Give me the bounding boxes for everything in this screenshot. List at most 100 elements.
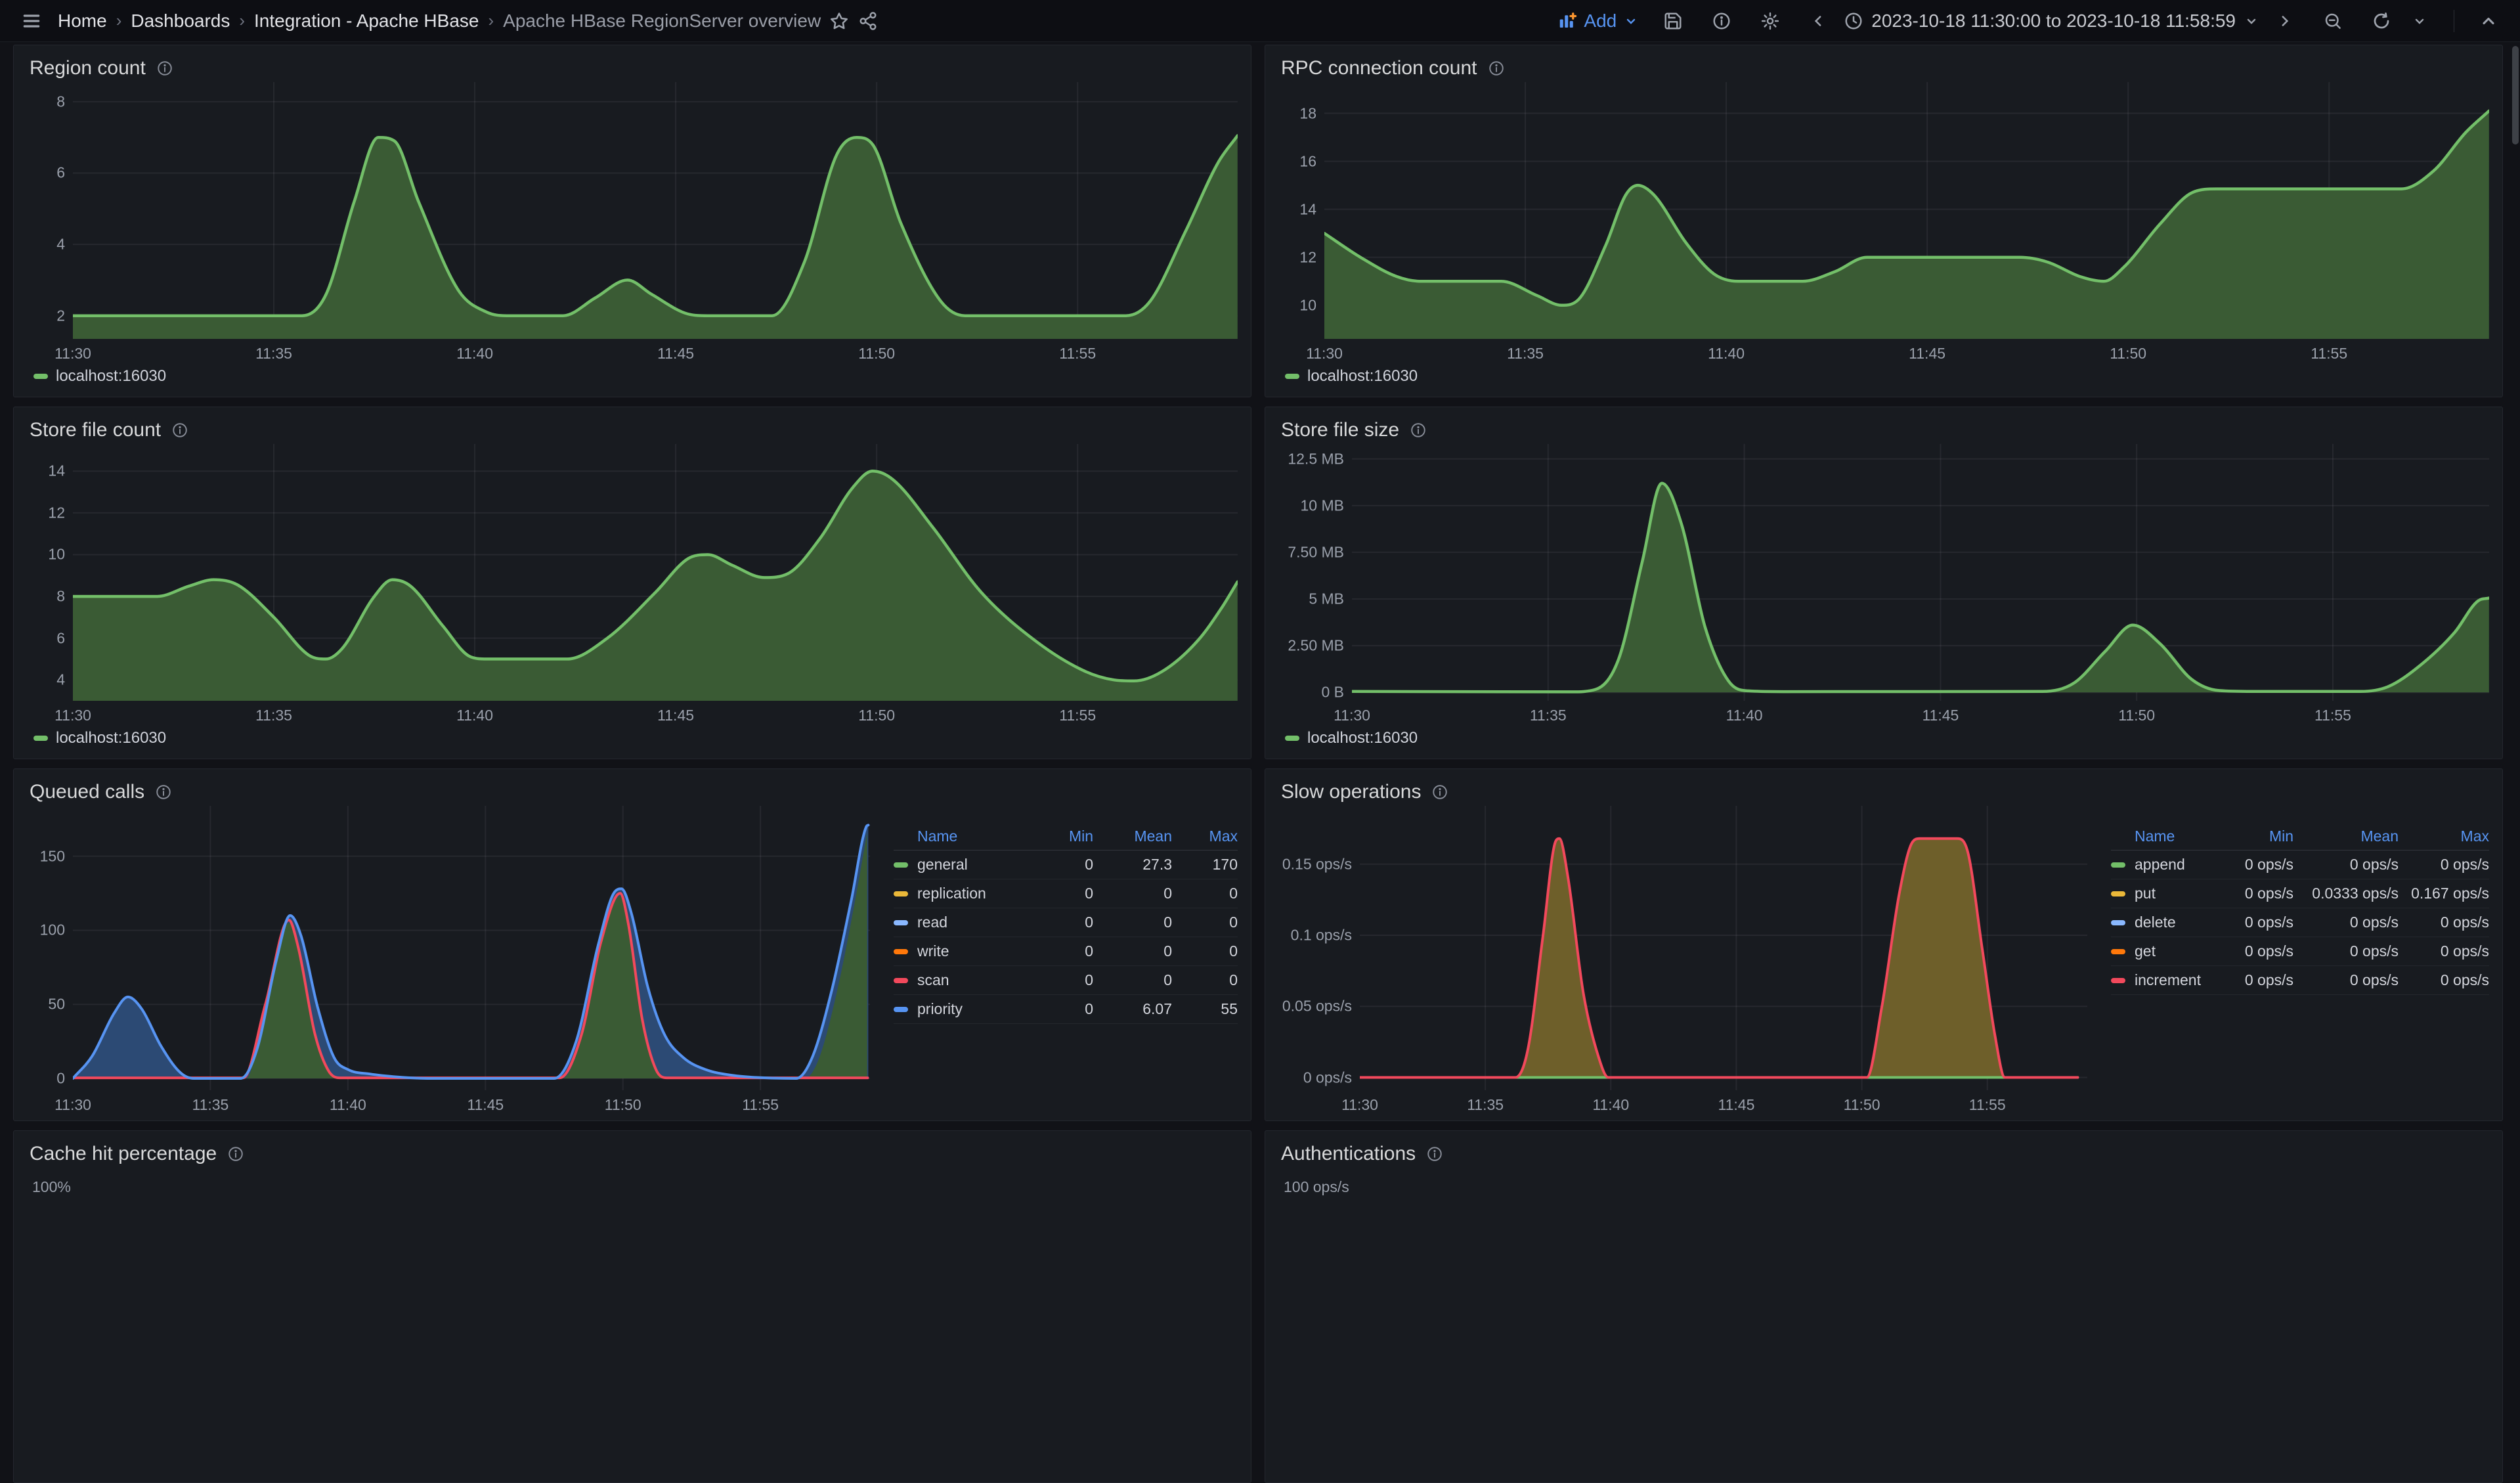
store-file-size-chart[interactable] — [1352, 444, 2489, 701]
y-axis-tick-label: 14 — [48, 462, 65, 480]
legend-series-label[interactable]: get — [2111, 942, 2216, 960]
x-axis-tick-label: 11:45 — [1718, 1096, 1755, 1114]
legend-series-label[interactable]: localhost:16030 — [56, 729, 166, 747]
y-axis-tick-label: 4 — [56, 671, 65, 689]
breadcrumb-dashboards[interactable]: Dashboards — [131, 11, 230, 32]
time-zoom-out-icon[interactable] — [2318, 7, 2347, 35]
info-icon[interactable] — [1431, 784, 1448, 801]
save-dashboard-icon[interactable] — [1659, 7, 1687, 35]
store-file-count-chart[interactable] — [73, 444, 1238, 701]
legend-series-label[interactable]: read — [894, 914, 1034, 931]
panel-title[interactable]: Queued calls — [30, 781, 144, 803]
y-axis-tick-label: 4 — [56, 236, 65, 254]
info-icon[interactable] — [171, 422, 188, 439]
legend-series-label[interactable]: write — [894, 942, 1034, 960]
legend-stat-value: 0 — [1034, 856, 1093, 874]
legend-series-label[interactable]: general — [894, 856, 1034, 874]
x-axis-tick-label: 11:35 — [255, 707, 292, 724]
info-icon[interactable] — [227, 1145, 244, 1162]
panel-title[interactable]: Store file count — [30, 419, 161, 441]
info-icon[interactable] — [155, 784, 172, 801]
add-button-label: Add — [1584, 11, 1617, 32]
series-area-localhost:16030 — [1324, 111, 2489, 339]
legend-table-header-mean[interactable]: Mean — [2293, 828, 2399, 845]
legend-series-label[interactable]: increment — [2111, 971, 2216, 989]
x-axis-tick-label: 11:50 — [1844, 1096, 1880, 1114]
legend-series-label[interactable]: delete — [2111, 914, 2216, 931]
queued-calls-chart[interactable] — [73, 806, 870, 1090]
add-panel-icon — [1557, 11, 1577, 31]
breadcrumb-home[interactable]: Home — [58, 11, 107, 32]
panel-authentications: Authentications 100 ops/s — [1265, 1130, 2503, 1483]
add-panel-button[interactable]: Add — [1557, 11, 1639, 32]
legend-series-label[interactable]: localhost:16030 — [1307, 367, 1418, 386]
panel-header: Store file size — [1278, 416, 2489, 444]
legend-series-label[interactable]: replication — [894, 885, 1034, 902]
slow-operations-chart[interactable] — [1360, 806, 2087, 1090]
legend-table-header-max[interactable]: Max — [2399, 828, 2489, 845]
x-axis-tick-label: 11:30 — [1334, 707, 1370, 724]
y-axis-tick-label: 8 — [56, 93, 65, 110]
panel-title[interactable]: RPC connection count — [1281, 57, 1477, 79]
legend-series-label[interactable]: localhost:16030 — [1307, 729, 1418, 747]
scrollbar-thumb[interactable] — [2512, 46, 2519, 144]
panel-header: Slow operations — [1278, 778, 2489, 806]
time-range-forward-icon[interactable] — [2270, 7, 2299, 35]
legend-table-header-max[interactable]: Max — [1172, 828, 1238, 845]
info-icon[interactable] — [1488, 60, 1505, 77]
info-icon[interactable] — [156, 60, 173, 77]
info-icon[interactable] — [1426, 1145, 1443, 1162]
legend-table-header-min[interactable]: Min — [2216, 828, 2293, 845]
legend-series-label[interactable]: localhost:16030 — [56, 367, 166, 386]
y-axis-tick-label: 2 — [56, 307, 65, 324]
legend-stat-value: 0 ops/s — [2399, 914, 2489, 931]
panel-title[interactable]: Authentications — [1281, 1143, 1416, 1165]
legend-series-label[interactable]: scan — [894, 971, 1034, 989]
rpc-connection-count-chart[interactable] — [1324, 82, 2489, 339]
panel-cache-hit-percentage: Cache hit percentage 100% — [13, 1130, 1251, 1483]
legend-swatch — [2111, 949, 2125, 954]
time-range-text: 2023-10-18 11:30:00 to 2023-10-18 11:58:… — [1871, 11, 2236, 32]
legend-table-header-min[interactable]: Min — [1034, 828, 1093, 845]
x-axis-tick-label: 11:50 — [858, 707, 895, 724]
legend-table-header-name[interactable]: Name — [2111, 828, 2216, 845]
time-range-picker[interactable]: 2023-10-18 11:30:00 to 2023-10-18 11:58:… — [1844, 11, 2259, 32]
legend-table-header-mean[interactable]: Mean — [1093, 828, 1172, 845]
x-axis-tick-label: 11:35 — [1467, 1096, 1504, 1114]
series-area-localhost:16030 — [1352, 483, 2489, 692]
menu-hamburger-icon[interactable] — [17, 7, 46, 35]
dashboard-panel-grid: Region count 2468 11:3011:3511:4011:4511… — [13, 45, 2503, 1483]
region-count-chart[interactable] — [73, 82, 1238, 339]
panel-title[interactable]: Slow operations — [1281, 781, 1421, 803]
legend-table-row: get0 ops/s0 ops/s0 ops/s — [2111, 937, 2489, 966]
refresh-icon[interactable] — [2367, 7, 2396, 35]
dashboard-settings-gear-icon[interactable] — [1756, 7, 1785, 35]
breadcrumb-separator: › — [116, 11, 122, 31]
collapse-nav-caret-icon[interactable] — [2474, 7, 2503, 35]
page-scrollbar[interactable] — [2512, 42, 2519, 1186]
star-icon[interactable] — [825, 7, 854, 35]
info-icon[interactable] — [1410, 422, 1427, 439]
x-axis-tick-label: 11:50 — [605, 1096, 641, 1114]
legend-series-label[interactable]: priority — [894, 1000, 1034, 1018]
legend-series-label[interactable]: put — [2111, 885, 2216, 902]
y-axis-tick-label: 0 — [56, 1069, 65, 1087]
breadcrumb-separator: › — [239, 11, 245, 31]
time-range-back-icon[interactable] — [1804, 7, 1833, 35]
legend-series-label[interactable]: append — [2111, 856, 2216, 874]
legend-table-header-name[interactable]: Name — [894, 828, 1034, 845]
legend-stat-value: 0 — [1172, 971, 1238, 989]
legend-swatch — [2111, 862, 2125, 868]
legend-stat-value: 0 — [1034, 885, 1093, 902]
panel-title[interactable]: Region count — [30, 57, 146, 79]
legend-table-row: read000 — [894, 908, 1238, 937]
share-icon[interactable] — [854, 7, 882, 35]
breadcrumb-current-dashboard: Apache HBase RegionServer overview — [503, 11, 821, 32]
panel-title[interactable]: Store file size — [1281, 419, 1399, 441]
y-axis-tick-label: 100 — [40, 921, 65, 939]
panel-title[interactable]: Cache hit percentage — [30, 1143, 217, 1165]
breadcrumb-folder[interactable]: Integration - Apache HBase — [254, 11, 479, 32]
x-axis-tick-label: 11:45 — [657, 707, 694, 724]
refresh-interval-chevron-icon[interactable] — [2405, 7, 2434, 35]
dashboard-insights-icon[interactable] — [1707, 7, 1736, 35]
